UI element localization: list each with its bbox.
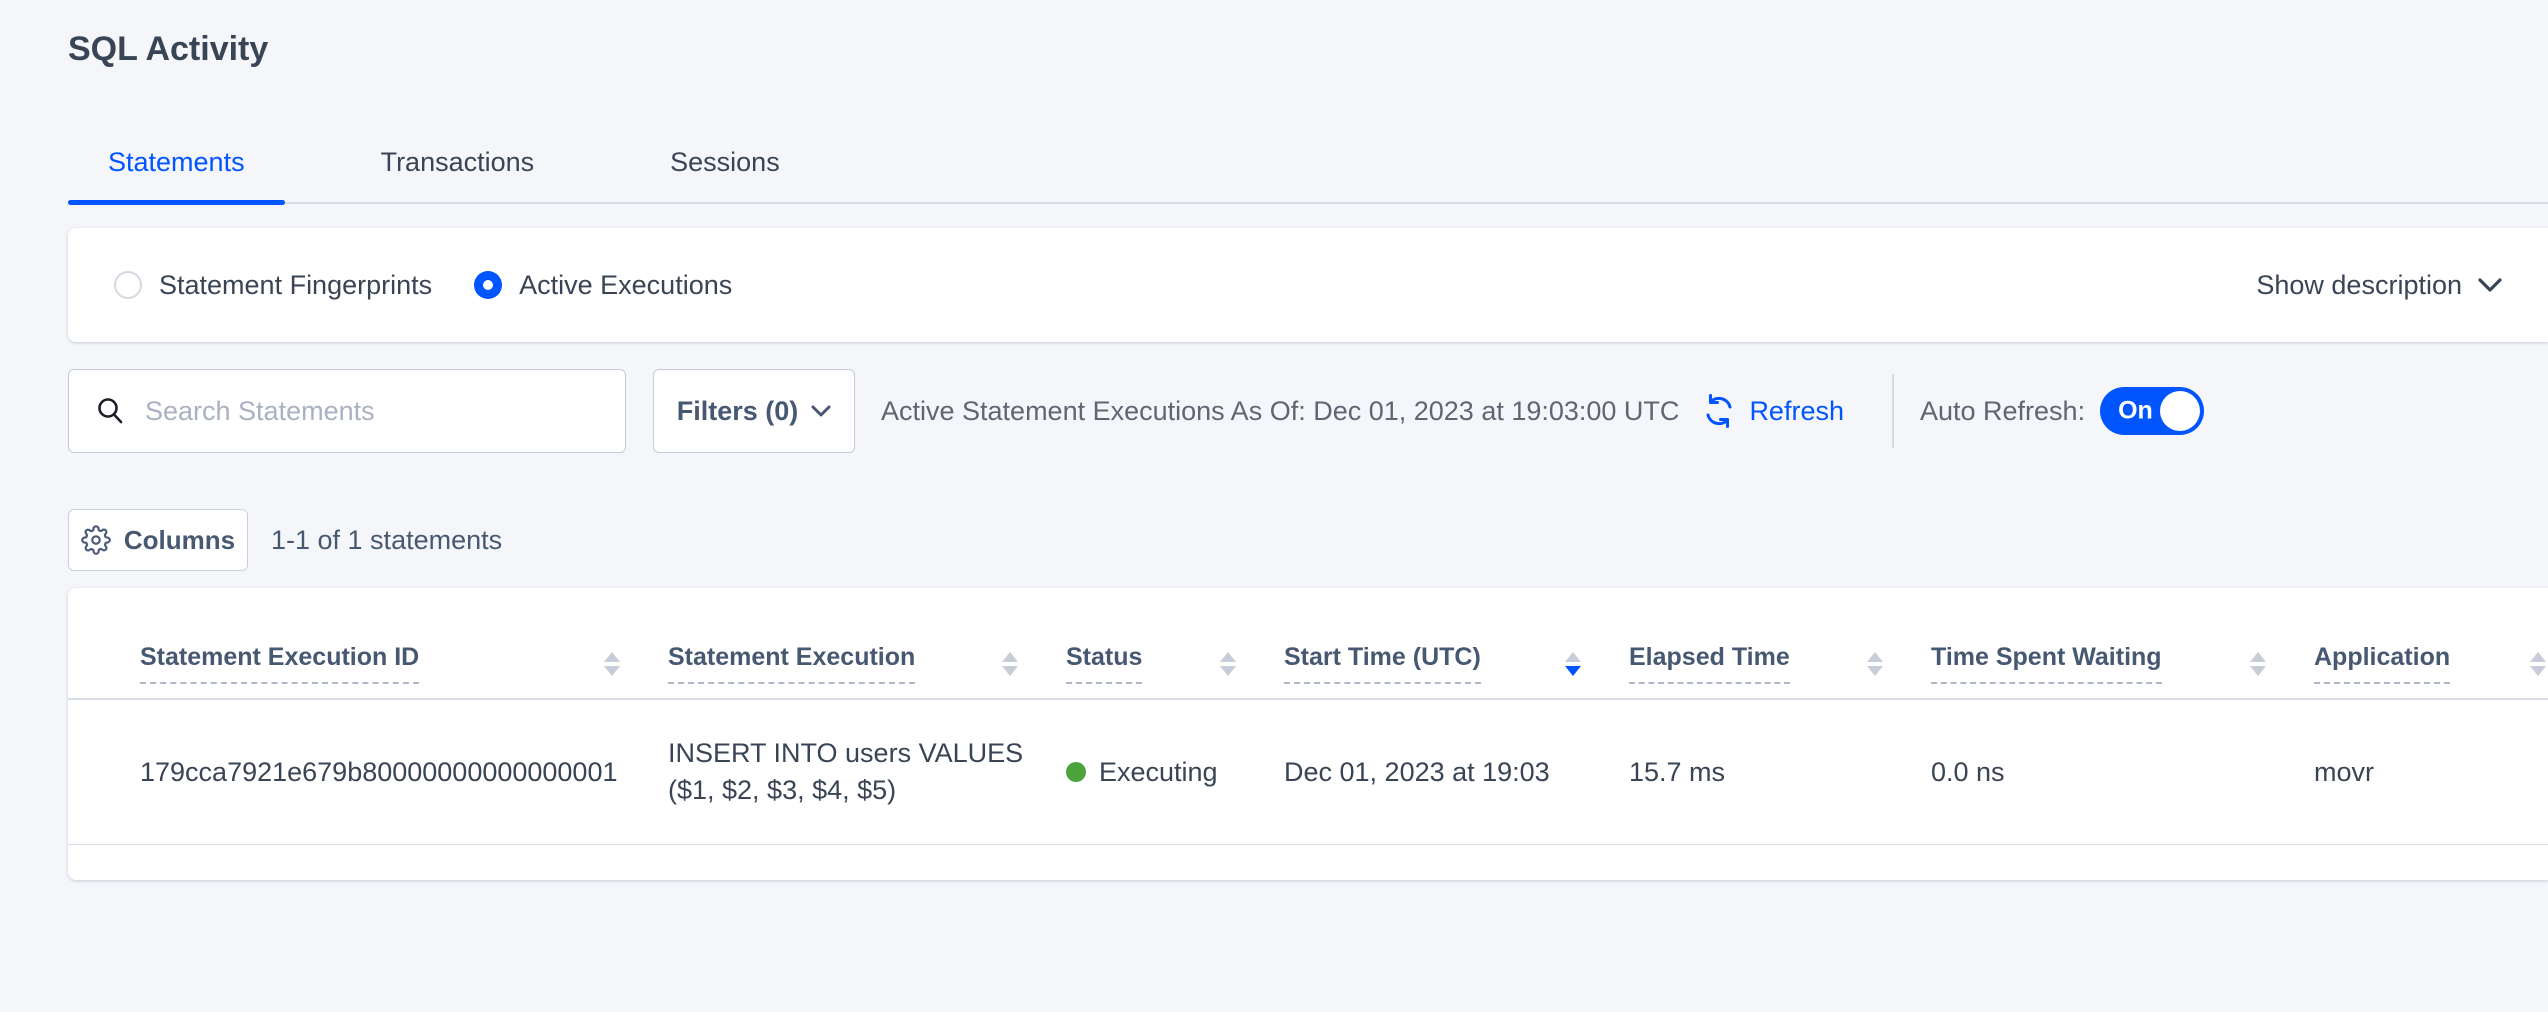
statement-line-2: ($1, $2, $3, $4, $5) xyxy=(668,772,1018,809)
cell-application: movr xyxy=(2314,757,2548,788)
radio-label: Active Executions xyxy=(519,270,732,301)
auto-refresh-toggle[interactable]: On xyxy=(2100,387,2204,435)
tab-sessions[interactable]: Sessions xyxy=(630,147,820,202)
tab-transactions[interactable]: Transactions xyxy=(341,147,575,202)
sort-arrows-icon[interactable] xyxy=(1002,652,1018,676)
radio-circle-icon[interactable] xyxy=(474,271,502,299)
column-header-application[interactable]: Application xyxy=(2314,643,2548,698)
statement-line-1: INSERT INTO users VALUES xyxy=(668,735,1018,772)
columns-button[interactable]: Columns xyxy=(68,509,248,571)
table-toolbar: Columns 1-1 of 1 statements xyxy=(68,509,2548,571)
sort-arrows-icon[interactable] xyxy=(1220,652,1236,676)
sort-arrows-icon[interactable] xyxy=(1867,652,1883,676)
status-label: Executing xyxy=(1099,757,1218,788)
column-header-label: Start Time (UTC) xyxy=(1284,643,1481,684)
statements-table: Statement Execution ID Statement Executi… xyxy=(68,588,2548,880)
gear-icon xyxy=(81,525,111,555)
controls-row: Filters (0) Active Statement Executions … xyxy=(68,369,2548,453)
radio-statement-fingerprints[interactable]: Statement Fingerprints xyxy=(114,270,432,301)
sort-arrows-icon[interactable] xyxy=(2250,652,2266,676)
view-mode-card: Statement Fingerprints Active Executions… xyxy=(68,228,2548,342)
sort-arrows-icon[interactable] xyxy=(2530,652,2546,676)
toggle-knob[interactable] xyxy=(2160,391,2200,431)
show-description-label: Show description xyxy=(2256,270,2462,301)
column-header-statement-execution[interactable]: Statement Execution xyxy=(668,643,1066,698)
column-header-label: Time Spent Waiting xyxy=(1931,643,2162,684)
refresh-icon xyxy=(1701,393,1737,429)
table-header-row: Statement Execution ID Statement Executi… xyxy=(68,588,2548,700)
cell-start-time: Dec 01, 2023 at 19:03 xyxy=(1284,757,1629,788)
chevron-down-icon xyxy=(2478,277,2502,293)
column-header-label: Statement Execution xyxy=(668,643,915,684)
chevron-down-icon xyxy=(811,404,831,418)
search-icon xyxy=(95,396,125,426)
show-description-button[interactable]: Show description xyxy=(2256,270,2502,301)
radio-label: Statement Fingerprints xyxy=(159,270,432,301)
column-header-label: Application xyxy=(2314,643,2450,684)
column-header-label: Status xyxy=(1066,643,1142,684)
refresh-button[interactable]: Refresh xyxy=(1701,393,1844,429)
radio-circle-icon[interactable] xyxy=(114,271,142,299)
toggle-state-label: On xyxy=(2118,397,2153,426)
as-of-timestamp: Active Statement Executions As Of: Dec 0… xyxy=(881,396,1679,427)
cell-status: Executing xyxy=(1066,757,1284,788)
column-header-label: Statement Execution ID xyxy=(140,643,419,684)
filters-label: Filters (0) xyxy=(677,396,799,427)
column-header-statement-execution-id[interactable]: Statement Execution ID xyxy=(140,643,668,698)
page-title: SQL Activity xyxy=(68,30,2548,69)
vertical-divider xyxy=(1892,374,1894,448)
search-input[interactable] xyxy=(143,395,583,428)
cell-execution-id: 179cca7921e679b80000000000000001 xyxy=(140,757,668,788)
status-dot-icon xyxy=(1066,762,1086,782)
cell-time-spent-waiting: 0.0 ns xyxy=(1931,757,2314,788)
result-count: 1-1 of 1 statements xyxy=(271,525,502,556)
filters-button[interactable]: Filters (0) xyxy=(653,369,855,453)
cell-elapsed-time: 15.7 ms xyxy=(1629,757,1931,788)
refresh-label: Refresh xyxy=(1749,396,1844,427)
table-row[interactable]: 179cca7921e679b80000000000000001 INSERT … xyxy=(68,700,2548,845)
sort-arrows-icon[interactable] xyxy=(1565,652,1581,676)
column-header-status[interactable]: Status xyxy=(1066,643,1284,698)
auto-refresh-label: Auto Refresh: xyxy=(1920,396,2085,427)
columns-label: Columns xyxy=(124,525,235,556)
column-header-elapsed-time[interactable]: Elapsed Time xyxy=(1629,643,1931,698)
radio-active-executions[interactable]: Active Executions xyxy=(474,270,732,301)
sort-arrows-icon[interactable] xyxy=(604,652,620,676)
tab-statements[interactable]: Statements xyxy=(68,147,285,202)
cell-statement: INSERT INTO users VALUES ($1, $2, $3, $4… xyxy=(668,735,1066,809)
search-box[interactable] xyxy=(68,369,626,453)
column-header-time-spent-waiting[interactable]: Time Spent Waiting xyxy=(1931,643,2314,698)
column-header-label: Elapsed Time xyxy=(1629,643,1790,684)
column-header-start-time[interactable]: Start Time (UTC) xyxy=(1284,643,1629,698)
tab-bar: Statements Transactions Sessions xyxy=(68,147,2548,204)
